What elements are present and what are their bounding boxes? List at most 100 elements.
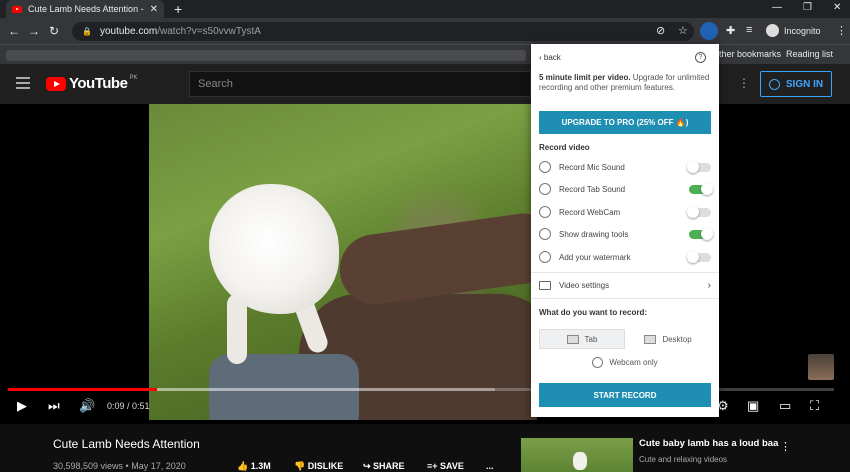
sign-in-button[interactable]: SIGN IN (760, 71, 832, 97)
option-label: Add your watermark (559, 252, 631, 262)
logo-wordmark: YouTube (69, 75, 128, 92)
youtube-logo[interactable]: YouTube PK (46, 75, 137, 92)
media-queue-icon[interactable]: ≡ (746, 24, 752, 36)
browser-tab[interactable]: Cute Lamb Needs Attention - Yo ✕ (6, 0, 164, 18)
record-video-heading: Record video (539, 143, 590, 152)
profile-chip[interactable]: Incognito (766, 24, 821, 37)
tab-icon (566, 334, 579, 344)
screen-recorder-popup: ‹ back ? 5 minute limit per video. Upgra… (531, 44, 719, 417)
limit-bold: 5 minute limit per video. (539, 73, 631, 82)
other-bookmarks[interactable]: Other bookmarks (712, 49, 781, 59)
like-icon: 👍 (237, 461, 251, 471)
like-count: 1.3M (250, 461, 271, 471)
mode-label: Tab (584, 334, 598, 344)
play-icon[interactable]: ▶ (17, 398, 27, 414)
option-label: Record Tab Sound (559, 184, 626, 194)
back-link[interactable]: ‹ back (539, 53, 561, 62)
save-button[interactable]: ≡+ SAVE (427, 461, 464, 471)
video-camera-icon (539, 281, 551, 290)
drawing-tools-toggle[interactable] (689, 227, 713, 240)
webcam-toggle[interactable] (687, 205, 711, 218)
save-label: SAVE (440, 461, 464, 471)
related-video-thumbnail[interactable] (521, 438, 633, 472)
mode-desktop-button[interactable]: Desktop (625, 329, 711, 349)
minimize-icon[interactable]: — (772, 2, 782, 13)
profile-label: Incognito (784, 25, 821, 36)
settings-more-icon[interactable]: ⋮ (738, 76, 750, 90)
tab-sound-toggle[interactable] (689, 182, 713, 195)
what-record-heading: What do you want to record: (539, 308, 647, 317)
mode-tab-button[interactable]: Tab (539, 329, 625, 349)
mic-toggle[interactable] (687, 160, 711, 173)
reading-list[interactable]: Reading list (786, 49, 833, 59)
video-settings-label: Video settings (559, 281, 610, 290)
window-close-icon[interactable]: ✕ (833, 2, 841, 13)
reload-icon[interactable]: ↻ (44, 24, 64, 38)
address-bar[interactable]: 🔒 youtube.com/watch?v=s50vvwTystA (72, 22, 694, 41)
watermark-icon (539, 251, 551, 263)
mode-webcam-only-button[interactable]: Webcam only (539, 357, 711, 368)
account-icon (768, 78, 780, 90)
extensions-puzzle-icon[interactable]: ✚ (726, 24, 735, 37)
volume-icon[interactable]: 🔊 (79, 398, 95, 414)
played-bar (8, 388, 157, 391)
chevron-right-icon: › (707, 280, 711, 291)
speaker-icon (539, 183, 551, 195)
sign-in-label: SIGN IN (785, 78, 824, 90)
watermark-toggle[interactable] (687, 250, 711, 263)
option-mic[interactable]: Record Mic Sound (539, 159, 711, 175)
eye-off-icon[interactable]: ⊘ (656, 24, 665, 37)
related-video-title[interactable]: Cute baby lamb has a loud baa (639, 438, 778, 449)
webcam-only-label: Webcam only (609, 358, 658, 367)
option-label: Show drawing tools (559, 229, 629, 239)
option-webcam[interactable]: Record WebCam (539, 204, 711, 220)
recorder-extension-icon[interactable] (700, 22, 718, 40)
dislike-label: DISLIKE (307, 461, 344, 471)
video-frame[interactable] (149, 104, 537, 420)
person-jeans (209, 354, 359, 420)
share-label: SHARE (373, 461, 405, 471)
save-icon: ≡+ (427, 461, 441, 471)
webcam-only-icon (592, 357, 604, 368)
webcam-icon (539, 206, 551, 218)
channel-thumbnail[interactable] (808, 354, 834, 380)
url-path: /watch?v=s50vvwTystA (157, 26, 261, 37)
miniplayer-icon[interactable]: ▣ (747, 398, 759, 414)
bookmark-star-icon[interactable]: ☆ (678, 24, 688, 37)
back-arrow-icon[interactable]: ← (4, 24, 24, 38)
fullscreen-icon[interactable]: ⛶ (810, 398, 819, 414)
back-label: back (543, 53, 561, 62)
youtube-favicon-icon (12, 5, 22, 13)
share-button[interactable]: ↪ SHARE (363, 461, 405, 472)
chrome-menu-icon[interactable]: ⋮ (836, 24, 847, 37)
related-more-icon[interactable]: ⋮ (780, 440, 791, 453)
hamburger-menu-icon[interactable] (16, 77, 30, 92)
new-tab-button[interactable]: + (174, 1, 182, 17)
help-icon[interactable]: ? (695, 52, 706, 63)
mic-icon (539, 161, 551, 173)
desktop-icon (644, 334, 657, 344)
option-watermark[interactable]: Add your watermark (539, 249, 711, 265)
dislike-button[interactable]: 👎 DISLIKE (294, 461, 343, 472)
next-icon[interactable]: ⏭ (48, 398, 60, 414)
start-record-button[interactable]: START RECORD (539, 383, 711, 407)
palette-icon (539, 228, 551, 240)
lock-icon: 🔒 (82, 27, 92, 36)
theater-mode-icon[interactable]: ▭ (779, 398, 791, 414)
views-date: 30,598,509 views • May 17, 2020 (53, 461, 186, 471)
time-display: 0:09 / 0:51 (107, 401, 150, 411)
forward-arrow-icon[interactable]: → (24, 24, 44, 38)
upgrade-button[interactable]: UPGRADE TO PRO (25% OFF 🔥) (539, 111, 711, 134)
search-input[interactable]: Search (189, 71, 531, 97)
video-settings-row[interactable]: Video settings › (539, 280, 711, 291)
tab-title: Cute Lamb Needs Attention - Yo (28, 4, 146, 14)
dislike-icon: 👎 (294, 461, 308, 471)
region-code: PK (129, 75, 138, 81)
option-tab-sound[interactable]: Record Tab Sound (539, 181, 713, 197)
like-button[interactable]: 👍 1.3M (237, 461, 271, 472)
more-actions-button[interactable]: ... (486, 461, 494, 471)
restore-icon[interactable]: ❐ (803, 2, 812, 13)
bookmarks-bar: Other bookmarks Reading list (0, 44, 850, 64)
tab-close-icon[interactable]: ✕ (150, 4, 158, 15)
option-drawing-tools[interactable]: Show drawing tools (539, 226, 713, 242)
